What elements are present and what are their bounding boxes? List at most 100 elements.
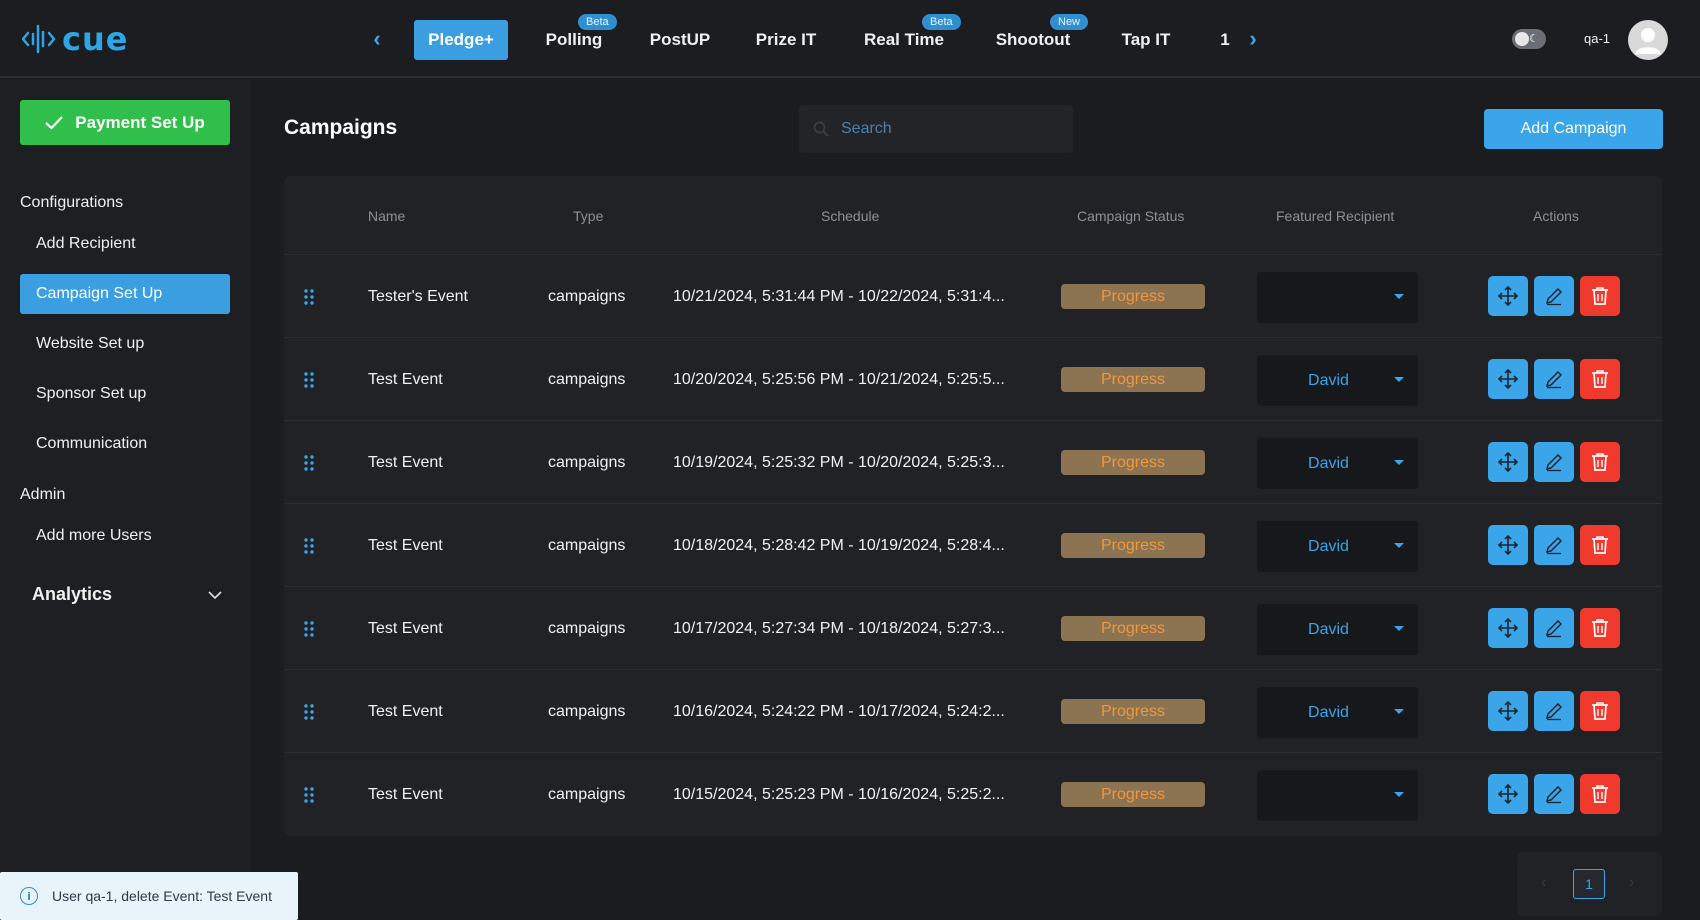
campaign-name: Tester's Event <box>368 287 468 305</box>
delete-button[interactable] <box>1580 359 1620 399</box>
campaign-type: campaigns <box>548 536 626 554</box>
recipient-select[interactable]: David <box>1257 438 1418 489</box>
tab-real-time[interactable]: Real Time Beta <box>860 14 961 60</box>
sidebar-item-communication[interactable]: Communication <box>20 424 230 464</box>
pencil-icon <box>1545 453 1563 472</box>
tab-tap-it[interactable]: Tap IT <box>1116 20 1176 60</box>
move-button[interactable] <box>1488 359 1528 399</box>
delete-button[interactable] <box>1580 276 1620 316</box>
analytics-label: Analytics <box>32 584 113 604</box>
recipient-value: David <box>1308 537 1349 555</box>
tab-postup[interactable]: PostUP <box>644 20 716 60</box>
edit-button[interactable] <box>1534 525 1574 565</box>
drag-handle-icon[interactable] <box>304 255 318 338</box>
move-button[interactable] <box>1488 608 1528 648</box>
delete-button[interactable] <box>1580 774 1620 814</box>
edit-button[interactable] <box>1534 442 1574 482</box>
sidebar: Payment Set Up Configurations Add Recipi… <box>0 80 250 920</box>
search-input[interactable] <box>841 120 1061 138</box>
nav-prev-arrow-icon[interactable]: ‹ <box>365 26 389 52</box>
sidebar-item-add-more-users[interactable]: Add more Users <box>20 516 230 556</box>
pencil-icon <box>1545 370 1563 389</box>
column-header-actions: Actions <box>1533 208 1579 224</box>
trash-icon <box>1592 287 1608 305</box>
avatar[interactable] <box>1628 20 1668 60</box>
recipient-select[interactable]: David <box>1257 687 1418 738</box>
trash-icon <box>1592 370 1608 388</box>
campaign-schedule: 10/20/2024, 5:25:56 PM - 10/21/2024, 5:2… <box>673 370 1005 388</box>
drag-handle-icon[interactable] <box>304 587 318 670</box>
delete-button[interactable] <box>1580 691 1620 731</box>
page-prev-icon[interactable]: ‹ <box>1541 874 1546 892</box>
table-row[interactable]: Tester's Event campaigns 10/21/2024, 5:3… <box>284 254 1662 337</box>
recipient-value: David <box>1308 454 1349 472</box>
table-row[interactable]: Test Event campaigns 10/18/2024, 5:28:42… <box>284 503 1662 586</box>
edit-button[interactable] <box>1534 608 1574 648</box>
table-row[interactable]: Test Event campaigns 10/17/2024, 5:27:34… <box>284 586 1662 669</box>
toggle-knob <box>1515 32 1529 46</box>
theme-toggle[interactable]: ☾ <box>1512 29 1546 49</box>
edit-button[interactable] <box>1534 691 1574 731</box>
tab-1[interactable]: 1 <box>1216 20 1234 60</box>
page-next-icon[interactable]: › <box>1629 874 1634 892</box>
drag-handle-icon[interactable] <box>304 670 318 753</box>
tab-shootout[interactable]: Shootout New <box>990 14 1089 60</box>
payment-setup-button[interactable]: Payment Set Up <box>20 100 230 145</box>
move-icon <box>1497 285 1519 307</box>
move-button[interactable] <box>1488 276 1528 316</box>
table-row[interactable]: Test Event campaigns 10/16/2024, 5:24:22… <box>284 669 1662 752</box>
payment-setup-label: Payment Set Up <box>75 112 205 132</box>
edit-button[interactable] <box>1534 774 1574 814</box>
recipient-select[interactable]: David <box>1257 604 1418 655</box>
campaign-type: campaigns <box>548 619 626 637</box>
recipient-select[interactable] <box>1257 770 1418 821</box>
recipient-value: David <box>1308 703 1349 721</box>
sidebar-item-campaign-setup[interactable]: Campaign Set Up <box>20 274 230 314</box>
drag-handle-icon[interactable] <box>304 338 318 421</box>
sidebar-item-website-setup[interactable]: Website Set up <box>20 324 230 364</box>
recipient-select[interactable]: David <box>1257 355 1418 406</box>
search-box[interactable] <box>799 105 1073 153</box>
drag-handle-icon[interactable] <box>304 504 318 587</box>
delete-button[interactable] <box>1580 525 1620 565</box>
table-row[interactable]: Test Event campaigns 10/15/2024, 5:25:23… <box>284 752 1662 835</box>
campaign-name: Test Event <box>368 536 443 554</box>
campaign-name: Test Event <box>368 453 443 471</box>
drag-handle-icon[interactable] <box>304 753 318 836</box>
tab-pledge-plus[interactable]: Pledge+ <box>414 20 508 60</box>
tab-label: Polling <box>545 30 603 49</box>
delete-button[interactable] <box>1580 608 1620 648</box>
analytics-section-toggle[interactable]: Analytics <box>32 584 222 605</box>
top-navigation-bar: cue ‹ Pledge+ Polling Beta PostUP Prize … <box>0 0 1700 78</box>
page-title: Campaigns <box>284 116 398 139</box>
move-button[interactable] <box>1488 442 1528 482</box>
edit-button[interactable] <box>1534 359 1574 399</box>
cue-logo[interactable]: cue <box>22 20 128 58</box>
configurations-heading: Configurations <box>20 194 124 211</box>
nav-next-arrow-icon[interactable]: › <box>1241 26 1265 52</box>
tab-prize-it[interactable]: Prize IT <box>750 20 822 60</box>
table-row[interactable]: Test Event campaigns 10/19/2024, 5:25:32… <box>284 420 1662 503</box>
column-header-name: Name <box>368 208 406 224</box>
move-button[interactable] <box>1488 691 1528 731</box>
campaigns-table: Name Type Schedule Campaign Status Featu… <box>284 176 1662 836</box>
add-campaign-button[interactable]: Add Campaign <box>1484 109 1663 149</box>
table-row[interactable]: Test Event campaigns 10/20/2024, 5:25:56… <box>284 337 1662 420</box>
recipient-select[interactable]: David <box>1257 521 1418 572</box>
sidebar-item-label: Campaign Set Up <box>36 285 163 302</box>
move-icon <box>1497 617 1519 639</box>
drag-handle-icon[interactable] <box>304 421 318 504</box>
move-button[interactable] <box>1488 774 1528 814</box>
campaign-name: Test Event <box>368 619 443 637</box>
sidebar-item-sponsor-setup[interactable]: Sponsor Set up <box>20 374 230 414</box>
trash-icon <box>1592 536 1608 554</box>
user-icon <box>1635 28 1661 54</box>
page-number-button[interactable]: 1 <box>1573 869 1605 899</box>
move-button[interactable] <box>1488 525 1528 565</box>
campaign-type: campaigns <box>548 453 626 471</box>
recipient-select[interactable] <box>1257 272 1418 323</box>
tab-polling[interactable]: Polling Beta <box>538 14 617 60</box>
sidebar-item-add-recipient[interactable]: Add Recipient <box>20 224 230 264</box>
delete-button[interactable] <box>1580 442 1620 482</box>
edit-button[interactable] <box>1534 276 1574 316</box>
